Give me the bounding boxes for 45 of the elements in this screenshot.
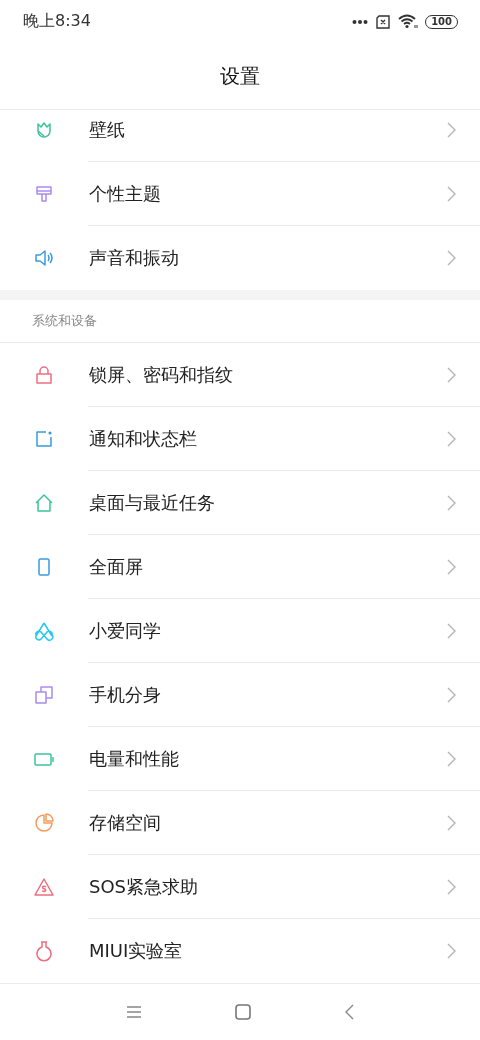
home-button-icon[interactable]	[235, 1004, 251, 1020]
settings-item[interactable]: 电量和性能	[0, 727, 480, 791]
chevron-icon	[447, 495, 456, 511]
chevron-icon	[447, 250, 456, 266]
chevron-icon	[447, 623, 456, 639]
paint-brush-icon	[33, 183, 55, 205]
chevron-icon	[447, 431, 456, 447]
chevron-icon	[447, 751, 456, 767]
settings-item[interactable]: 壁纸	[0, 110, 480, 162]
notification-icon	[33, 428, 55, 450]
pie-chart-icon	[33, 812, 55, 834]
warning-icon	[33, 876, 55, 898]
chevron-icon	[447, 559, 456, 575]
no-sim-icon	[375, 14, 392, 29]
chevron-icon	[447, 687, 456, 703]
settings-item[interactable]: SOS紧急求助	[0, 855, 480, 919]
chevron-icon	[447, 879, 456, 895]
copies-icon	[33, 684, 55, 706]
settings-item[interactable]: 全面屏	[0, 535, 480, 599]
page-title: 设置	[220, 62, 260, 90]
wifi-icon	[398, 14, 419, 30]
menu-icon[interactable]	[126, 1005, 143, 1019]
settings-item[interactable]: 个性主题	[0, 162, 480, 226]
lock-icon	[33, 364, 55, 386]
assistant-icon	[33, 620, 55, 642]
chevron-icon	[447, 186, 456, 202]
chevron-icon	[447, 815, 456, 831]
chevron-icon	[447, 122, 456, 138]
back-icon[interactable]	[343, 1004, 354, 1020]
flask-icon	[33, 940, 55, 962]
settings-item[interactable]: 存储空间	[0, 791, 480, 855]
speaker-icon	[33, 247, 55, 269]
settings-item[interactable]: 声音和振动	[0, 226, 480, 290]
settings-item[interactable]: MIUI实验室	[0, 919, 480, 983]
settings-item[interactable]: 桌面与最近任务	[0, 471, 480, 535]
settings-item[interactable]: 手机分身	[0, 663, 480, 727]
chevron-icon	[447, 367, 456, 383]
settings-item[interactable]: 通知和状态栏	[0, 407, 480, 471]
settings-item[interactable]: 锁屏、密码和指纹	[0, 343, 480, 407]
home-icon	[33, 492, 55, 514]
chevron-icon	[447, 943, 456, 959]
status-time: 晚上8:34	[23, 11, 91, 33]
settings-item[interactable]: 小爱同学	[0, 599, 480, 663]
section-header: 系统和设备	[32, 312, 97, 330]
more-icon	[352, 18, 369, 25]
